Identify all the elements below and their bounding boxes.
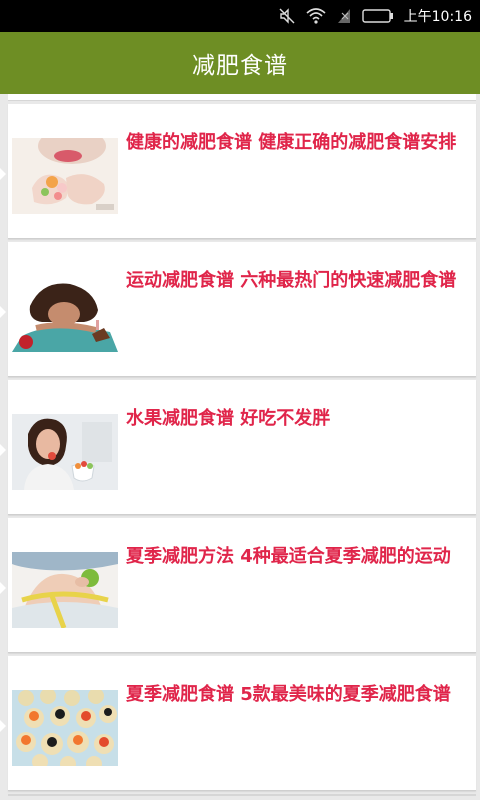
mute-icon — [278, 7, 296, 25]
article-list[interactable]: 健康的减肥食谱 健康正确的减肥食谱安排 运动减肥食谱 六种最热门的快速减肥食谱 — [0, 94, 480, 800]
app-bar: 减肥食谱 — [0, 32, 480, 94]
status-icons: 上午10:16 — [278, 0, 472, 32]
woman-eating-fruit-bowl-image — [12, 414, 118, 490]
list-item[interactable]: 运动减肥食谱 六种最热门的快速减肥食谱 — [8, 242, 476, 377]
list-item-indicator — [0, 306, 6, 318]
woman-with-cake-image — [12, 276, 118, 352]
article-title[interactable]: 夏季减肥食谱 5款最美味的夏季减肥食谱 — [126, 682, 472, 707]
list-item-indicator — [0, 720, 6, 732]
woman-eating-fruit-image — [12, 138, 118, 214]
waist-measuring-image — [12, 552, 118, 628]
article-title[interactable]: 运动减肥食谱 六种最热门的快速减肥食谱 — [126, 268, 472, 293]
article-title[interactable]: 夏季减肥方法 4种最适合夏季减肥的运动 — [126, 544, 472, 569]
list-divider — [8, 794, 476, 796]
canapes-image — [12, 690, 118, 766]
wifi-icon — [306, 7, 326, 25]
list-item[interactable]: 水果减肥食谱 好吃不发胖 — [8, 380, 476, 515]
status-time: 上午10:16 — [403, 9, 472, 25]
list-item[interactable]: 夏季减肥方法 4种最适合夏季减肥的运动 — [8, 518, 476, 653]
list-item[interactable]: 健康的减肥食谱 健康正确的减肥食谱安排 — [8, 104, 476, 239]
list-item[interactable]: 夏季减肥食谱 5款最美味的夏季减肥食谱 — [8, 656, 476, 791]
article-title[interactable]: 健康的减肥食谱 健康正确的减肥食谱安排 — [126, 130, 472, 155]
list-item-indicator — [0, 168, 6, 180]
no-signal-icon — [336, 7, 352, 25]
list-item-indicator — [0, 582, 6, 594]
article-title[interactable]: 水果减肥食谱 好吃不发胖 — [126, 406, 472, 431]
list-item-indicator — [0, 444, 6, 456]
battery-icon — [361, 8, 394, 24]
status-bar: 上午10:16 — [0, 0, 480, 32]
list-item-partial[interactable] — [8, 94, 476, 101]
app-title: 减肥食谱 — [192, 53, 288, 79]
